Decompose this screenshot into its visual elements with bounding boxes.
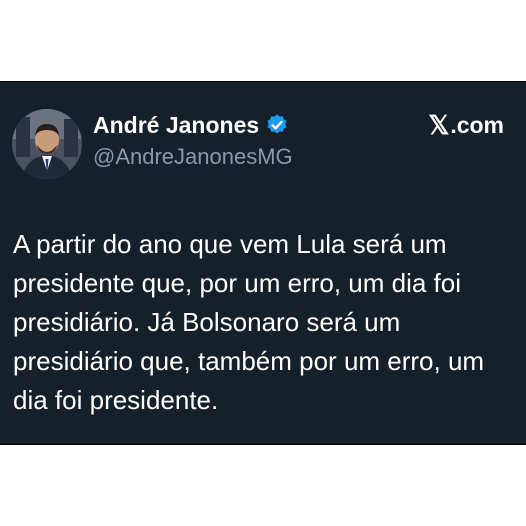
tweet-text: A partir do ano que vem Lula será um pre…: [13, 229, 485, 415]
avatar-image: [12, 109, 82, 179]
author-name-row: André Janones: [93, 110, 289, 140]
brand-label: .com: [450, 111, 504, 138]
x-com-brand: 𝕏 .com: [428, 110, 504, 140]
screenshot-canvas: André Janones @AndreJanonesMG 𝕏 .com A p…: [0, 0, 526, 526]
tweet-card: André Janones @AndreJanonesMG 𝕏 .com A p…: [0, 81, 526, 445]
author-handle[interactable]: @AndreJanonesMG: [93, 144, 293, 170]
avatar[interactable]: [12, 109, 82, 179]
verified-badge-icon: [265, 113, 289, 137]
author-display-name[interactable]: André Janones: [93, 112, 259, 139]
x-logo-icon: 𝕏: [428, 109, 450, 140]
